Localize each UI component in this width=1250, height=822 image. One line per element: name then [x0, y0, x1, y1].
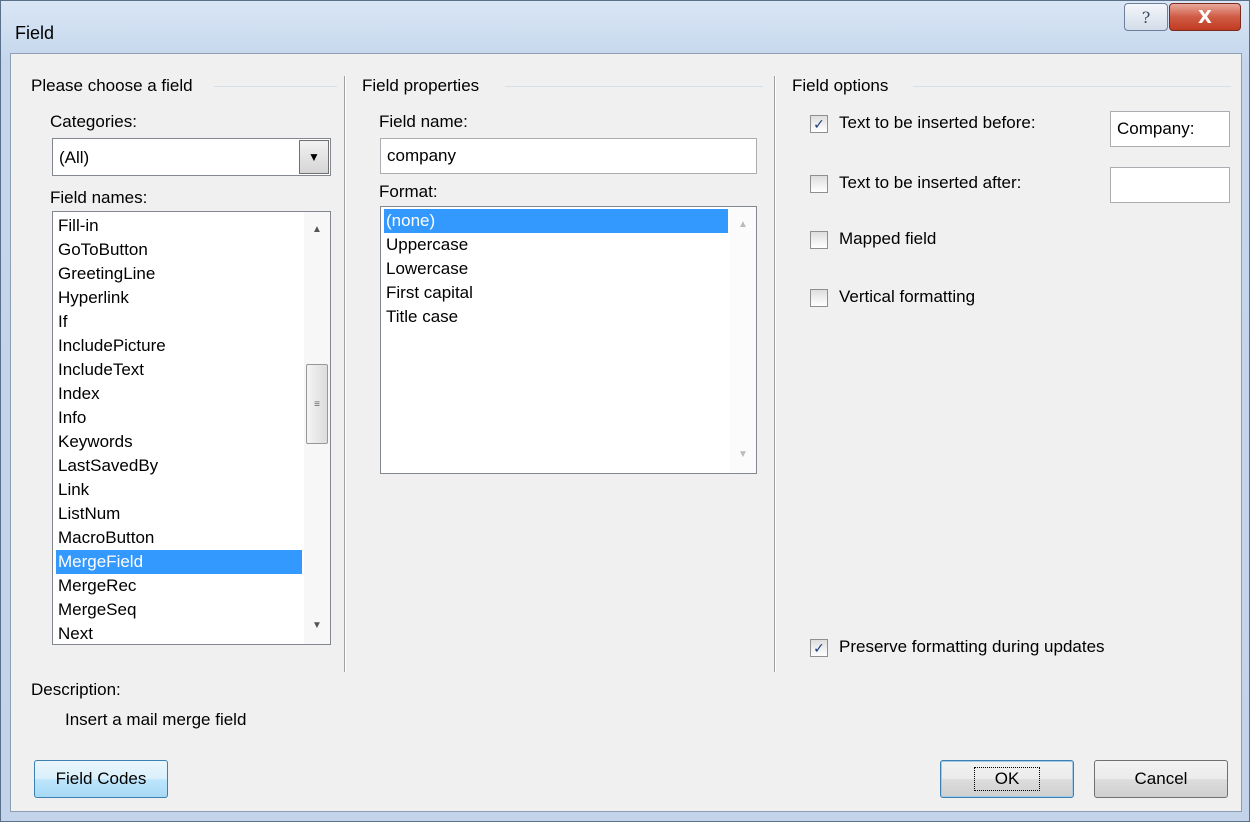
field-name-input[interactable] [380, 138, 757, 174]
format-item[interactable]: Lowercase [384, 257, 728, 281]
format-listbox[interactable]: (none) Uppercase Lowercase First capital Tit… [380, 206, 757, 474]
field-options-group-title: Field options [792, 76, 889, 95]
right-separator [774, 76, 776, 672]
field-name-item[interactable]: Index [56, 382, 302, 406]
ok-button[interactable]: OK [940, 760, 1074, 798]
description-text: Insert a mail merge field [65, 710, 247, 729]
preserve-formatting-label[interactable]: Preserve formatting during updates [839, 637, 1105, 657]
categories-combobox[interactable]: (All) ▼ [52, 138, 331, 176]
check-icon: ✓ [813, 640, 825, 656]
field-names-scrollbar[interactable]: ▲ ≡ ▼ [304, 212, 330, 644]
format-label: Format: [379, 182, 438, 201]
text-after-input[interactable] [1110, 167, 1230, 203]
scroll-down-arrow-icon[interactable]: ▼ [304, 614, 330, 638]
field-names-label: Field names: [50, 188, 148, 207]
description-label: Description: [31, 680, 121, 699]
left-separator [344, 76, 346, 672]
preserve-formatting-checkbox[interactable]: ✓ [810, 639, 828, 657]
help-question-icon: ? [1141, 7, 1151, 27]
field-codes-button[interactable]: Field Codes [34, 760, 168, 798]
field-name-item[interactable]: MergeRec [56, 574, 302, 598]
ok-label: OK [973, 767, 1041, 791]
field-name-item[interactable]: Fill-in [56, 214, 302, 238]
group-divider [214, 86, 337, 87]
field-name-item[interactable]: ListNum [56, 502, 302, 526]
title-bar: Field ? X [1, 1, 1249, 53]
scroll-thumb[interactable]: ≡ [306, 364, 328, 444]
field-name-item[interactable]: MacroButton [56, 526, 302, 550]
categories-label: Categories: [50, 112, 137, 131]
vertical-formatting-label[interactable]: Vertical formatting [839, 287, 975, 307]
field-name-item[interactable]: Keywords [56, 430, 302, 454]
format-item[interactable]: Uppercase [384, 233, 728, 257]
check-icon: ✓ [813, 116, 825, 132]
group-divider [505, 86, 763, 87]
field-name-text[interactable] [381, 139, 756, 173]
cancel-label: Cancel [1134, 769, 1188, 788]
field-name-item[interactable]: GreetingLine [56, 262, 302, 286]
close-button[interactable]: X [1169, 3, 1241, 31]
scroll-up-arrow-icon[interactable]: ▲ [730, 213, 756, 237]
choose-field-group-title: Please choose a field [31, 76, 193, 95]
categories-dropdown-button[interactable]: ▼ [299, 140, 329, 174]
text-after-text[interactable] [1111, 168, 1229, 202]
mapped-field-label[interactable]: Mapped field [839, 229, 936, 249]
field-name-item[interactable]: Link [56, 478, 302, 502]
help-button[interactable]: ? [1124, 3, 1168, 31]
format-item[interactable]: First capital [384, 281, 728, 305]
scroll-down-arrow-icon[interactable]: ▼ [730, 443, 756, 467]
scroll-up-arrow-icon[interactable]: ▲ [304, 218, 330, 242]
field-names-listbox[interactable]: Fill-in GoToButton GreetingLine Hyperlink If… [52, 211, 331, 645]
field-properties-group-title: Field properties [362, 76, 480, 95]
format-scrollbar[interactable]: ▲ ▼ [730, 207, 756, 473]
text-before-label[interactable]: Text to be inserted before: [839, 113, 1036, 133]
field-name-item[interactable]: Next [56, 622, 302, 644]
categories-value: (All) [59, 148, 90, 167]
mapped-field-checkbox[interactable] [810, 231, 828, 249]
group-divider [913, 86, 1231, 87]
cancel-button[interactable]: Cancel [1094, 760, 1228, 798]
field-name-label: Field name: [379, 112, 468, 131]
text-after-label[interactable]: Text to be inserted after: [839, 173, 1021, 193]
text-before-checkbox[interactable]: ✓ [810, 115, 828, 133]
dialog-body: Please choose a field Categories: (All) … [10, 53, 1242, 812]
close-x-icon: X [1198, 6, 1212, 28]
field-name-item[interactable]: Info [56, 406, 302, 430]
field-dialog: Field ? X Please choose a field Categori… [0, 0, 1250, 822]
field-codes-label: Field Codes [55, 769, 147, 788]
field-name-item[interactable]: LastSavedBy [56, 454, 302, 478]
text-before-text[interactable] [1111, 112, 1229, 146]
field-name-item[interactable]: Hyperlink [56, 286, 302, 310]
window-title: Field [15, 23, 55, 43]
field-name-item[interactable]: MergeSeq [56, 598, 302, 622]
chevron-down-icon: ▼ [308, 150, 320, 164]
field-name-item[interactable]: If [56, 310, 302, 334]
vertical-formatting-checkbox[interactable] [810, 289, 828, 307]
format-item[interactable]: (none) [384, 209, 728, 233]
field-name-item[interactable]: IncludeText [56, 358, 302, 382]
field-name-item[interactable]: GoToButton [56, 238, 302, 262]
text-before-input[interactable] [1110, 111, 1230, 147]
field-name-item[interactable]: IncludePicture [56, 334, 302, 358]
format-item[interactable]: Title case [384, 305, 728, 329]
grip-icon: ≡ [314, 398, 320, 410]
text-after-checkbox[interactable] [810, 175, 828, 193]
field-name-item[interactable]: MergeField [56, 550, 302, 574]
